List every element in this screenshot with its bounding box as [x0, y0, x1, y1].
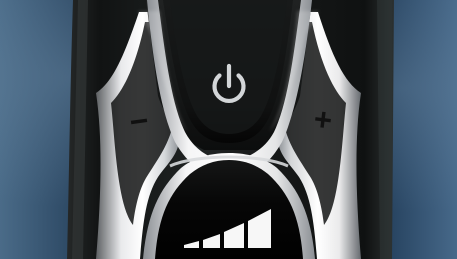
shaver-control-panel: − +	[0, 0, 457, 259]
shaver-body-illustration	[0, 0, 457, 259]
decrease-label: −	[127, 101, 151, 141]
increase-label: +	[311, 101, 335, 138]
